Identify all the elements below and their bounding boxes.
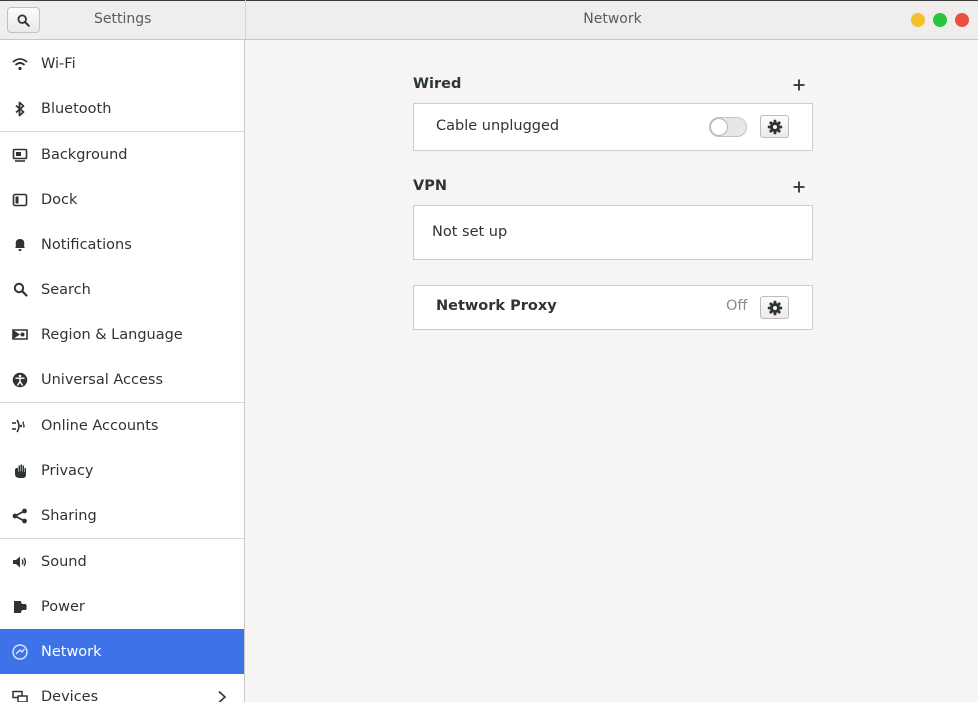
- gear-icon: [767, 119, 782, 134]
- sidebar-item-sharing[interactable]: Sharing: [0, 493, 244, 538]
- sidebar-item-label: Search: [41, 281, 91, 298]
- network-proxy-row[interactable]: Network Proxy Off: [413, 285, 813, 330]
- online-accounts-icon: [11, 417, 29, 435]
- settings-window: Settings Network Wi-Fi Bluetooth Backgro…: [0, 0, 978, 702]
- sidebar: Wi-Fi Bluetooth Background Dock Notifica…: [0, 40, 245, 702]
- sidebar-item-bluetooth[interactable]: Bluetooth: [0, 86, 244, 131]
- wired-toggle[interactable]: [709, 117, 747, 137]
- speaker-icon: [11, 553, 29, 571]
- header-bar: Settings Network: [0, 0, 978, 40]
- sidebar-item-label: Privacy: [41, 462, 94, 479]
- sidebar-item-devices[interactable]: Devices: [0, 674, 244, 702]
- wifi-icon: [11, 55, 29, 73]
- sidebar-item-privacy[interactable]: Privacy: [0, 448, 244, 493]
- minimize-button[interactable]: [911, 13, 925, 27]
- accessibility-icon: [11, 371, 29, 389]
- network-proxy-value: Off: [726, 298, 748, 314]
- sidebar-item-label: Wi-Fi: [41, 55, 76, 72]
- network-proxy-label: Network Proxy: [436, 298, 557, 314]
- bluetooth-icon: [11, 100, 29, 118]
- sidebar-item-label: Background: [41, 146, 128, 163]
- devices-icon: [11, 688, 29, 702]
- close-button[interactable]: [955, 13, 969, 27]
- network-panel: Wired Cable unplugged VPN Not set up Net…: [246, 40, 978, 702]
- vpn-section-title: VPN: [413, 178, 447, 194]
- power-plug-icon: [11, 598, 29, 616]
- vpn-row: Not set up: [413, 205, 813, 260]
- search-icon: [11, 281, 29, 299]
- sidebar-item-label: Sound: [41, 553, 87, 570]
- sidebar-item-network[interactable]: Network: [0, 629, 244, 674]
- sidebar-item-label: Region & Language: [41, 326, 183, 343]
- sidebar-item-sound[interactable]: Sound: [0, 539, 244, 584]
- sidebar-item-region-language[interactable]: Region & Language: [0, 312, 244, 357]
- sidebar-item-universal-access[interactable]: Universal Access: [0, 357, 244, 402]
- page-title: Network: [583, 11, 642, 27]
- flag-icon: [11, 326, 29, 344]
- sidebar-item-label: Sharing: [41, 507, 97, 524]
- chevron-right-icon: [218, 690, 227, 702]
- sidebar-item-online-accounts[interactable]: Online Accounts: [0, 403, 244, 448]
- add-wired-button[interactable]: [792, 78, 806, 92]
- add-vpn-button[interactable]: [792, 180, 806, 194]
- sidebar-item-dock[interactable]: Dock: [0, 177, 244, 222]
- wired-connection-row: Cable unplugged: [413, 103, 813, 151]
- sidebar-item-label: Network: [41, 643, 102, 660]
- sidebar-item-notifications[interactable]: Notifications: [0, 222, 244, 267]
- share-icon: [11, 507, 29, 525]
- hand-icon: [11, 462, 29, 480]
- sidebar-item-label: Bluetooth: [41, 100, 112, 117]
- sidebar-item-wifi[interactable]: Wi-Fi: [0, 41, 244, 86]
- sidebar-item-label: Devices: [41, 688, 99, 702]
- vpn-status: Not set up: [432, 224, 508, 240]
- sidebar-item-label: Dock: [41, 191, 78, 208]
- sidebar-item-background[interactable]: Background: [0, 132, 244, 177]
- toggle-knob: [710, 118, 728, 136]
- background-icon: [11, 146, 29, 164]
- maximize-button[interactable]: [933, 13, 947, 27]
- gear-icon: [767, 300, 782, 315]
- sidebar-item-label: Online Accounts: [41, 417, 159, 434]
- sidebar-item-label: Universal Access: [41, 371, 164, 388]
- wired-status: Cable unplugged: [436, 118, 560, 134]
- bell-icon: [11, 236, 29, 254]
- sidebar-item-power[interactable]: Power: [0, 584, 244, 629]
- network-icon: [11, 643, 29, 661]
- sidebar-item-label: Power: [41, 598, 85, 615]
- dock-icon: [11, 191, 29, 209]
- sidebar-item-search[interactable]: Search: [0, 267, 244, 312]
- sidebar-item-label: Notifications: [41, 236, 132, 253]
- network-proxy-settings-button[interactable]: [760, 296, 789, 319]
- wired-section-title: Wired: [413, 76, 462, 92]
- wired-settings-button[interactable]: [760, 115, 789, 138]
